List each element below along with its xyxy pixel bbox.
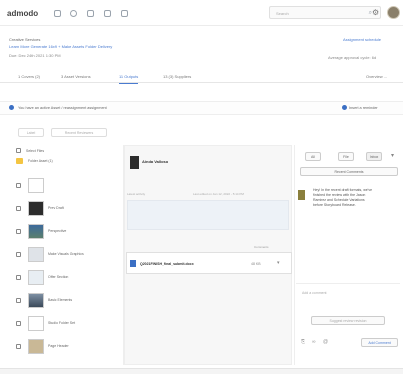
comments-panel — [294, 145, 401, 365]
link-icon[interactable]: ∞ — [312, 339, 316, 345]
chevron-down-icon[interactable]: ▾ — [277, 260, 280, 266]
search-placeholder: Search — [276, 11, 289, 16]
preview-area[interactable] — [127, 200, 289, 230]
tab-suppliers[interactable]: 13 (3) Suppliers — [163, 74, 191, 79]
footer-bar — [0, 368, 403, 374]
list-item-label: Perspective — [48, 229, 67, 233]
list-item-label: Studio Folder Set — [48, 321, 76, 325]
list-item-label: Folder Asset (1) — [28, 159, 53, 163]
list-item[interactable]: Offer Section — [12, 267, 124, 289]
list-item[interactable]: Folder Asset (1) — [12, 155, 124, 167]
attach-icon[interactable]: ⎘ — [301, 339, 305, 345]
comment-text: Hey! In the recent draft formats, we've … — [313, 188, 373, 207]
folder-icon — [16, 158, 23, 164]
file-thumbnail — [28, 247, 44, 262]
document-icon — [130, 260, 136, 267]
comments-tab-inbox[interactable]: Inbox — [366, 152, 382, 161]
select-all-checkbox[interactable] — [16, 148, 21, 153]
due-date: Due: Dec 24th 2021 1:30 PM — [9, 53, 61, 58]
file-size: 48 KB — [251, 262, 261, 266]
list-item-label: Offer Section — [48, 275, 69, 279]
list-item[interactable]: Page Header — [12, 336, 124, 358]
commenter-avatar — [298, 190, 305, 200]
home-icon[interactable] — [54, 10, 61, 17]
last-edited: Last edited on Jan 12, 2022 - 5:14 PM — [193, 192, 244, 196]
grid-icon[interactable] — [70, 10, 77, 17]
avatar[interactable] — [387, 6, 400, 19]
list-item[interactable]: Perspective — [12, 221, 124, 243]
search-input[interactable]: Search ⌕ — [269, 6, 381, 19]
owner-avatar — [130, 156, 139, 169]
activity-label: Latest activity — [127, 192, 146, 196]
chart-icon[interactable] — [87, 10, 94, 17]
header-link[interactable]: Learn More Generate 16x9 + Make Assets F… — [9, 44, 112, 49]
filter-recent-reviewers[interactable]: Recent Reviewers — [51, 128, 107, 137]
tab-outputs[interactable]: 11 Outputs — [119, 74, 139, 84]
list-header: Select Files — [26, 149, 45, 153]
file-thumbnail — [28, 293, 44, 308]
list-item[interactable] — [12, 175, 124, 197]
list-item[interactable]: Prev Draft — [12, 198, 124, 220]
file-thumbnail — [28, 224, 44, 239]
approval-meta: Average approval cycle: 6d — [328, 55, 377, 60]
calendar-icon[interactable] — [104, 10, 111, 17]
file-thumbnail — [28, 201, 44, 216]
file-name[interactable]: Q2021FINISH_final_submit.docx — [140, 262, 194, 266]
row-checkbox[interactable] — [16, 298, 21, 303]
filter-label[interactable]: Label — [18, 128, 44, 137]
inbox-icon[interactable] — [121, 10, 128, 17]
mention-icon[interactable]: @ — [323, 339, 328, 345]
comments-tab-all[interactable]: All — [305, 152, 321, 161]
file-thumbnail — [28, 316, 44, 331]
row-checkbox[interactable] — [16, 321, 21, 326]
row-checkbox[interactable] — [16, 206, 21, 211]
assignment-link[interactable]: Assignment schedule — [343, 37, 381, 42]
gear-icon[interactable]: ⚙ — [372, 8, 379, 17]
suggest-revision-button[interactable]: Suggest review revision — [311, 316, 385, 325]
list-item-label: Page Header — [48, 344, 69, 348]
comments-tab-file[interactable]: File — [338, 152, 354, 161]
owner-name: Ainda Valloso — [142, 159, 169, 164]
list-item[interactable]: Make Visuals Graphics — [12, 244, 124, 266]
file-list: Select Files Folder Asset (1) Prev Draft… — [12, 145, 124, 365]
tab-divider — [0, 82, 403, 83]
list-item-label: Make Visuals Graphics — [48, 252, 84, 256]
list-item-label: Basic Elements — [48, 298, 73, 302]
info-icon — [9, 105, 14, 110]
recent-comments-button[interactable]: Recent Comments — [300, 167, 398, 176]
row-checkbox[interactable] — [16, 275, 21, 280]
comment-input[interactable]: Add a comment — [302, 291, 327, 295]
tab-overview[interactable]: Overview ... — [366, 74, 387, 79]
reminder-icon[interactable] — [342, 105, 347, 110]
tab-asset-versions[interactable]: 3 Asset Versions — [61, 74, 91, 79]
page-title: Creative Services — [9, 37, 41, 42]
comments-divider — [296, 283, 400, 284]
list-item[interactable]: Studio Folder Set — [12, 313, 124, 335]
row-checkbox[interactable] — [16, 344, 21, 349]
row-checkbox[interactable] — [16, 229, 21, 234]
alert-text: You have an active Asset / reassignment … — [18, 106, 107, 110]
file-thumbnail — [28, 178, 44, 193]
row-checkbox[interactable] — [16, 183, 21, 188]
add-comment-button[interactable]: Add Comment — [361, 338, 398, 347]
app-logo[interactable]: admodo — [7, 9, 38, 18]
chevron-down-icon[interactable]: ▾ — [391, 152, 394, 159]
list-item[interactable]: Basic Elements — [12, 290, 124, 312]
comments-label: Comments — [254, 245, 269, 249]
row-checkbox[interactable] — [16, 252, 21, 257]
reminder-link[interactable]: Insert a reminder — [349, 106, 378, 110]
file-thumbnail — [28, 339, 44, 354]
tab-covers[interactable]: 1 Covers (2) — [18, 74, 40, 79]
file-thumbnail — [28, 270, 44, 285]
list-item-label: Prev Draft — [48, 206, 64, 210]
